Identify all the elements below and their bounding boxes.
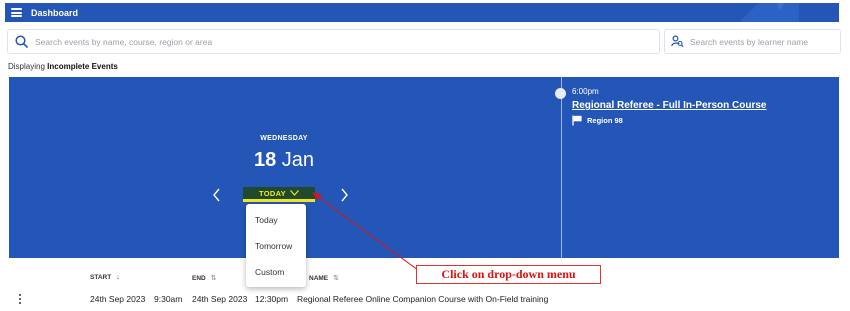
sort-icon: ⇅: [333, 275, 340, 282]
chevron-down-icon: [290, 190, 299, 196]
display-filter: Incomplete Events: [47, 62, 118, 71]
menu-icon[interactable]: [11, 8, 22, 17]
weekday-label: WEDNESDAY: [260, 135, 308, 142]
header-decoration: [739, 3, 799, 22]
event-region: Region 98: [572, 115, 623, 126]
event-time: 6:00pm: [572, 87, 599, 96]
timeline-line: [561, 77, 562, 258]
start-time-cell: 9:30am: [154, 294, 183, 304]
end-time-cell: 12:30pm: [255, 294, 289, 304]
previous-day-arrow-icon[interactable]: [210, 187, 224, 203]
annotation-text: Click on drop-down menu: [441, 267, 576, 281]
dropdown-option-tomorrow[interactable]: Tomorrow: [246, 233, 306, 259]
learner-search-box: [664, 29, 841, 54]
column-header-end[interactable]: END ⇅: [192, 274, 217, 283]
column-header-name[interactable]: NAME ⇅: [309, 274, 340, 283]
timeline-dot: [555, 88, 566, 99]
table-row[interactable]: 24th Sep 2023 9:30am 24th Sep 2023 12:30…: [9, 290, 839, 308]
next-day-arrow-icon[interactable]: [337, 187, 351, 203]
flag-icon: [572, 115, 582, 126]
search-bar-row: [7, 29, 841, 54]
more-options-icon[interactable]: [17, 294, 23, 304]
dropdown-option-custom[interactable]: Custom: [246, 259, 306, 285]
date-range-dropdown-button[interactable]: TODAY: [243, 187, 315, 202]
date-month: Jan: [281, 149, 315, 171]
column-label-name: NAME: [309, 274, 329, 282]
sort-descending-icon: ↓: [116, 274, 120, 281]
sort-icon: ⇅: [210, 275, 217, 282]
calendar-panel: WEDNESDAY 18 Jan TODAY 6:00pm Regional R…: [9, 77, 839, 258]
column-label-end: END: [192, 274, 206, 282]
page-title: Dashboard: [31, 7, 79, 18]
date-day: 18: [253, 149, 277, 171]
end-date-cell: 24th Sep 2023: [192, 294, 248, 304]
user-search-icon: [671, 35, 684, 48]
column-header-start[interactable]: START ↓: [90, 274, 120, 281]
display-status: Displaying Incomplete Events: [8, 62, 118, 71]
dropdown-option-today[interactable]: Today: [246, 207, 306, 233]
event-region-label: Region 98: [587, 116, 623, 125]
today-button-label: TODAY: [259, 188, 286, 198]
start-date-cell: 24th Sep 2023: [90, 294, 146, 304]
app-header: Dashboard: [5, 3, 839, 22]
search-icon: [15, 35, 28, 48]
current-date: 18 Jan: [234, 149, 334, 172]
event-name-cell: Regional Referee Online Companion Course…: [297, 294, 549, 304]
event-title-link[interactable]: Regional Referee - Full In-Person Course: [572, 100, 766, 111]
annotation-callout: Click on drop-down menu: [416, 265, 601, 284]
learner-search-input[interactable]: [690, 36, 830, 47]
date-range-dropdown-menu: Today Tomorrow Custom: [246, 204, 306, 287]
column-label-start: START: [90, 274, 112, 281]
event-search-box: [7, 29, 660, 54]
display-prefix: Displaying: [8, 62, 45, 71]
event-search-input[interactable]: [35, 36, 595, 47]
